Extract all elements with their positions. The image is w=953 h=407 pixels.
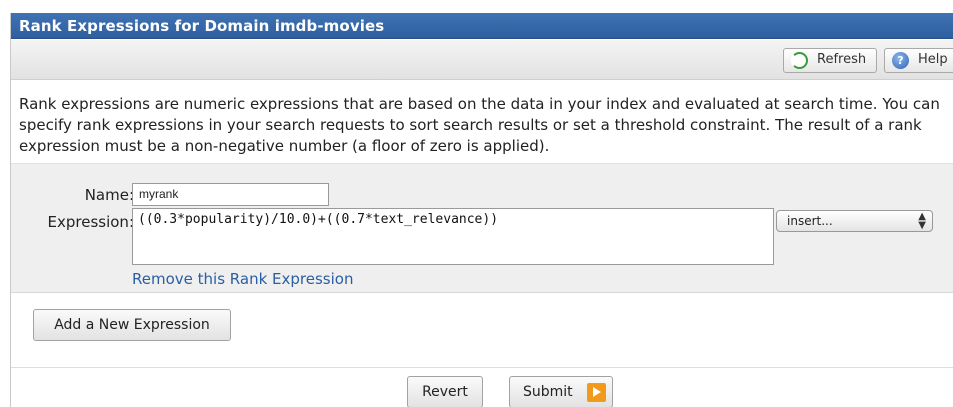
insert-select[interactable]: insert... ▲ ▼ xyxy=(776,210,933,232)
expression-editor: Name: myrank Expression: ((0.3*popularit… xyxy=(11,163,953,293)
play-icon xyxy=(587,383,606,402)
refresh-label: Refresh xyxy=(817,52,867,67)
submit-button[interactable]: Submit xyxy=(509,376,613,407)
name-input[interactable]: myrank xyxy=(132,183,329,206)
name-label: Name: xyxy=(84,186,134,204)
help-icon: ? xyxy=(892,52,909,69)
panel-title-bar: Rank Expressions for Domain imdb-movies xyxy=(11,13,953,39)
refresh-icon xyxy=(791,52,808,69)
remove-expression-link[interactable]: Remove this Rank Expression xyxy=(132,270,353,288)
help-label: Help xyxy=(918,52,948,67)
expression-textarea[interactable]: ((0.3*popularity)/10.0)+((0.7*text_relev… xyxy=(132,208,774,265)
add-expression-button[interactable]: Add a New Expression xyxy=(33,309,231,341)
insert-select-value: insert... xyxy=(787,214,833,228)
panel-title: Rank Expressions for Domain imdb-movies xyxy=(19,17,385,35)
submit-label: Submit xyxy=(523,384,573,400)
select-arrows-icon: ▲ ▼ xyxy=(918,211,926,231)
toolbar: Refresh ? Help xyxy=(11,40,953,80)
rank-expressions-panel: Rank Expressions for Domain imdb-movies … xyxy=(10,13,953,407)
revert-button[interactable]: Revert xyxy=(407,376,483,407)
form-footer: Revert Submit xyxy=(11,367,953,407)
expression-label: Expression: xyxy=(47,213,134,231)
description-text: Rank expressions are numeric expressions… xyxy=(19,95,940,155)
help-button[interactable]: ? Help xyxy=(884,48,953,73)
refresh-button[interactable]: Refresh xyxy=(783,48,877,73)
